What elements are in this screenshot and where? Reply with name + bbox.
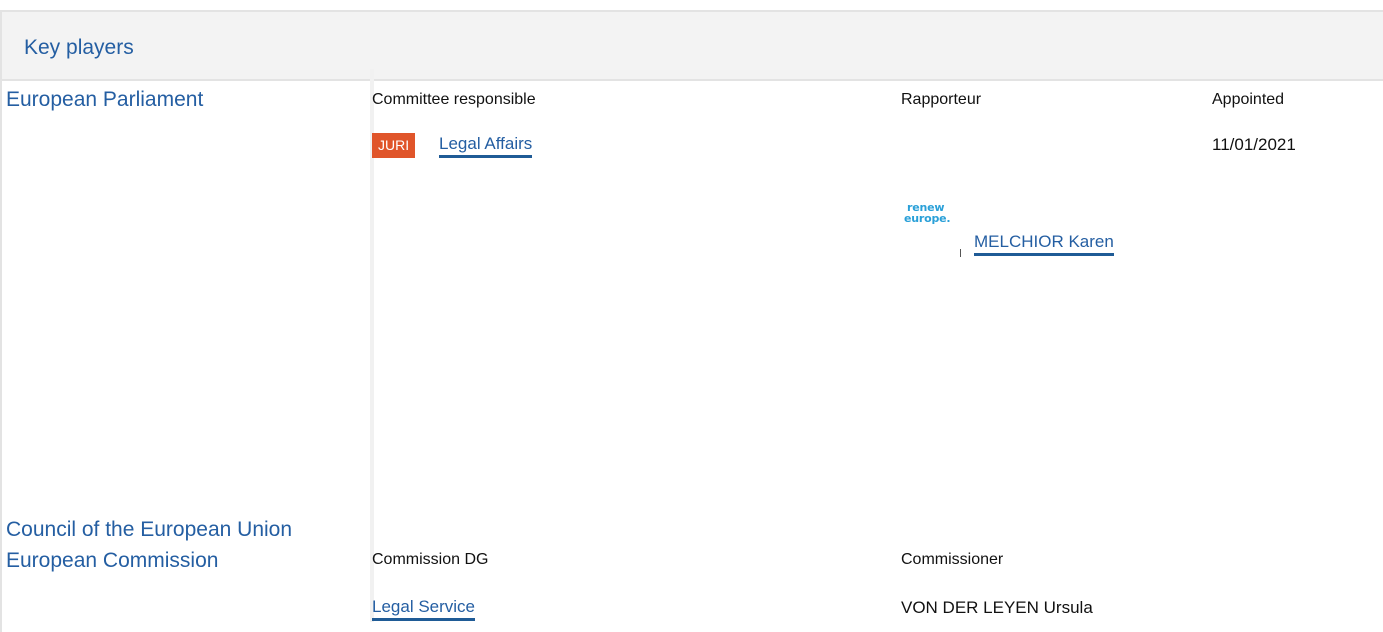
panel-title: Key players [24,36,134,59]
committee-link-legal-affairs[interactable]: Legal Affairs [439,134,533,158]
logo-text-line2: europe. [904,212,951,225]
rapporteur-link[interactable]: MELCHIOR Karen [974,232,1114,256]
renew-europe-logo: renew europe. [901,189,961,259]
commission-dg-header: Commission DG [372,551,489,568]
institution-council: Council of the European Union [6,518,293,541]
dg-link-legal-service[interactable]: Legal Service [372,597,476,621]
commissioner-name: VON DER LEYEN Ursula [901,598,1093,617]
panel-header: Key players [2,12,1383,81]
appointed-header: Appointed [1212,91,1285,108]
commissioner-header: Commissioner [901,551,1004,568]
committee-code-badge: JURI [372,133,416,158]
rapporteur-header: Rapporteur [901,91,982,108]
institution-european-commission: European Commission [6,549,219,572]
committee-responsible-header: Committee responsible [372,91,536,108]
appointed-date: 11/01/2021 [1212,135,1296,154]
institution-european-parliament: European Parliament [6,88,204,111]
logo-divider [960,249,961,257]
